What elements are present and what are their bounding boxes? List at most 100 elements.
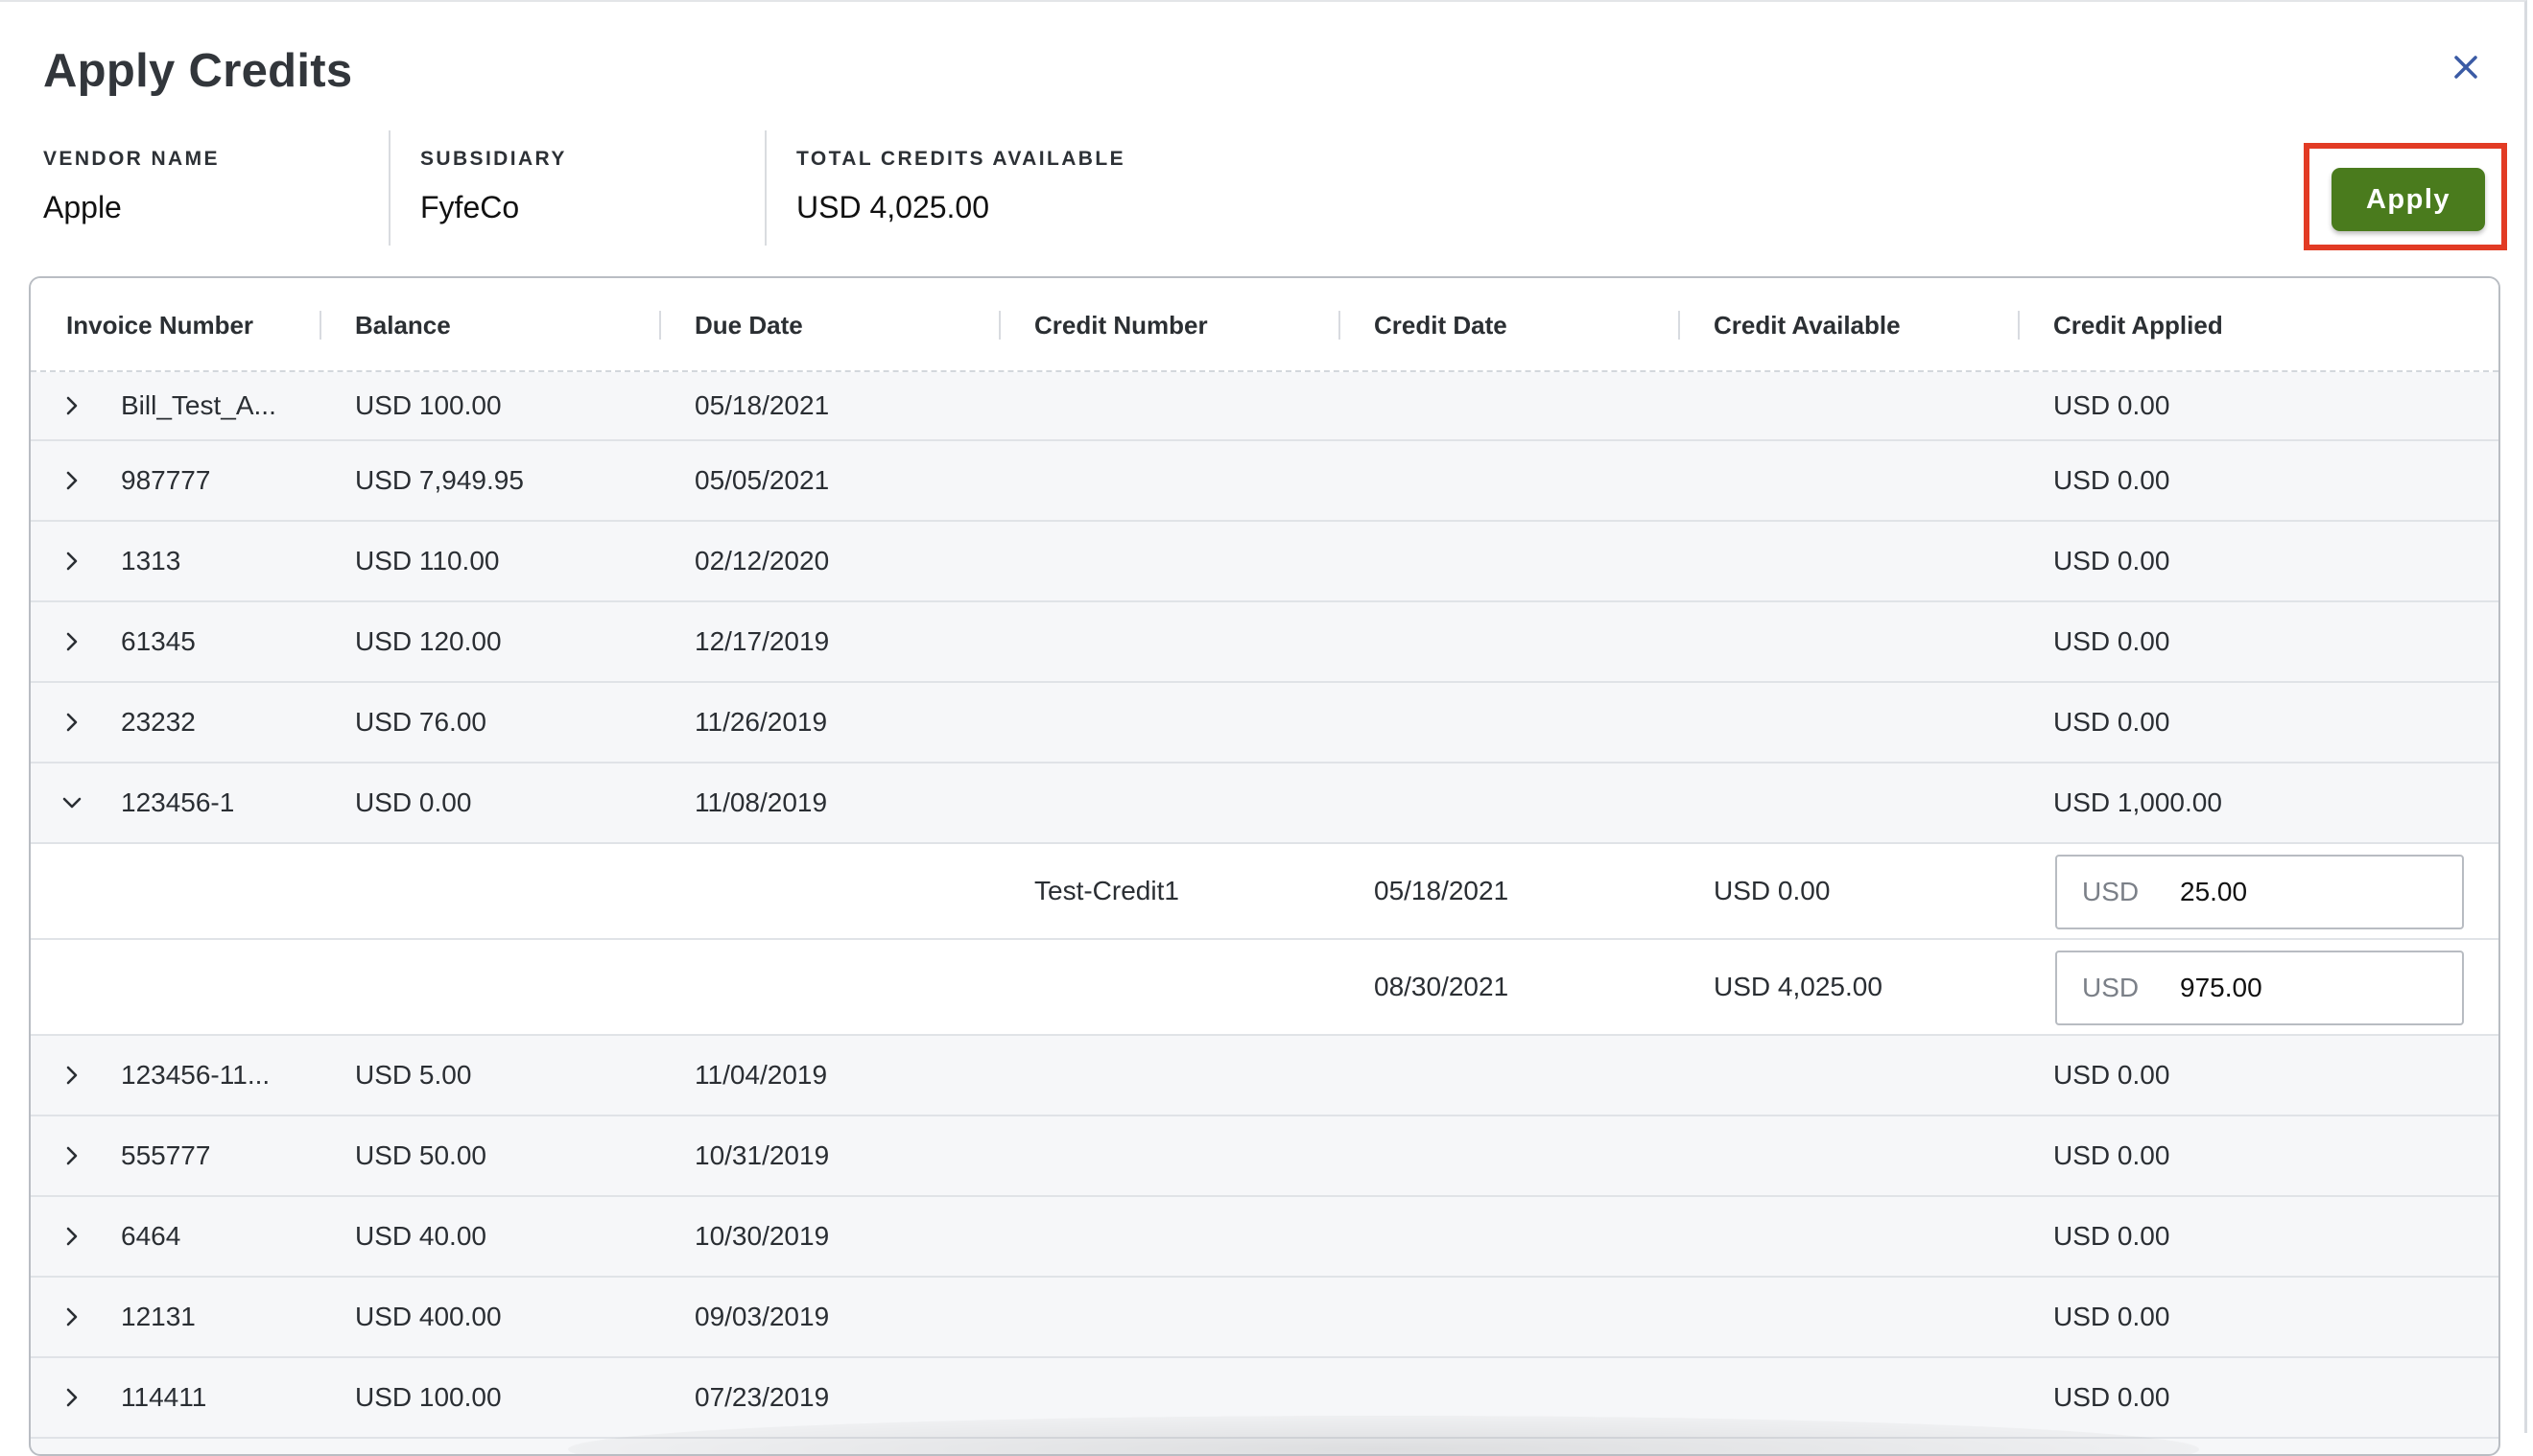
due-date-cell: 02/12/2020 — [695, 546, 830, 575]
vendor-name-label: VENDOR NAME — [43, 148, 220, 170]
chevron-right-icon — [66, 713, 78, 732]
balance-cell: USD 76.00 — [355, 707, 486, 737]
balance-cell: USD 40.00 — [355, 1221, 486, 1251]
chevron-right-icon — [66, 632, 78, 651]
expand-row-button[interactable] — [59, 710, 84, 735]
table-row-expanded[interactable]: 123456-1 USD 0.00 11/08/2019 USD 1,000.0… — [31, 763, 2498, 844]
column-divider — [999, 311, 1001, 340]
expand-row-button[interactable] — [59, 468, 84, 493]
credit-amount-field[interactable] — [2180, 964, 2449, 1012]
balance-cell: USD 5.00 — [355, 1060, 472, 1090]
invoice-number-cell: 23232 — [121, 707, 196, 737]
subsidiary-field: SUBSIDIARY FyfeCo — [389, 130, 763, 246]
column-divider — [1678, 311, 1680, 340]
due-date-cell: 05/05/2021 — [695, 465, 830, 495]
balance-cell: USD 120.00 — [355, 626, 502, 656]
expand-row-button[interactable] — [59, 1063, 84, 1088]
credit-line-row: Test-Credit1 05/18/2021 USD 0.00 USD — [31, 844, 2498, 940]
credit-amount-input[interactable]: USD — [2055, 855, 2464, 929]
due-date-cell: 10/30/2019 — [695, 1221, 830, 1251]
due-date-cell: 11/04/2019 — [695, 1060, 828, 1090]
close-icon — [2454, 56, 2477, 79]
total-credits-field: TOTAL CREDITS AVAILABLE USD 4,025.00 — [765, 130, 1340, 246]
due-date-cell: 12/17/2019 — [695, 626, 830, 656]
chevron-down-icon — [62, 797, 82, 809]
total-credits-value: USD 4,025.00 — [796, 190, 990, 224]
expand-row-button[interactable] — [59, 1385, 84, 1410]
invoice-number-cell: 12131 — [121, 1302, 196, 1331]
credit-amount-input[interactable]: USD — [2055, 951, 2464, 1025]
credit-date-cell: 05/18/2021 — [1374, 876, 1509, 905]
vendor-name-value: Apple — [43, 190, 122, 224]
invoice-number-cell: 114411 — [121, 1382, 207, 1412]
column-divider — [2018, 311, 2020, 340]
credit-applied-cell: USD 1,000.00 — [2053, 787, 2222, 817]
chevron-right-icon — [66, 1388, 78, 1407]
apply-credits-dialog: Apply Credits VENDOR NAME Apple SUBSIDIA… — [0, 0, 2527, 1456]
table-row[interactable]: 23232 USD 76.00 11/26/2019 USD 0.00 — [31, 683, 2498, 763]
vendor-name-field: VENDOR NAME Apple — [43, 130, 379, 246]
table-row[interactable]: 114411 USD 100.00 07/23/2019 USD 0.00 — [31, 1358, 2498, 1439]
due-date-cell: 05/18/2021 — [695, 390, 830, 420]
table-row[interactable]: Bill_Test_A... USD 100.00 05/18/2021 USD… — [31, 372, 2498, 441]
table-row[interactable]: 6464 USD 40.00 10/30/2019 USD 0.00 — [31, 1197, 2498, 1278]
subsidiary-label: SUBSIDIARY — [420, 148, 567, 170]
credit-number-cell: Test-Credit1 — [1034, 876, 1179, 905]
credits-table: Invoice Number Balance Due Date Credit N… — [29, 276, 2500, 1456]
apply-button[interactable]: Apply — [2332, 168, 2485, 231]
column-divider — [1338, 311, 1340, 340]
header-credit-available[interactable]: Credit Available — [1714, 311, 1901, 341]
table-header: Invoice Number Balance Due Date Credit N… — [31, 278, 2498, 372]
currency-prefix: USD — [2082, 877, 2140, 906]
invoice-number-cell: 1313 — [121, 546, 181, 575]
due-date-cell: 09/03/2019 — [695, 1302, 830, 1331]
header-due-date[interactable]: Due Date — [695, 311, 803, 341]
credit-applied-cell: USD 0.00 — [2053, 1140, 2170, 1170]
table-row[interactable]: 61345 USD 120.00 12/17/2019 USD 0.00 — [31, 602, 2498, 683]
invoice-number-cell: 123456-1 — [121, 787, 235, 817]
credit-amount-field[interactable] — [2180, 868, 2449, 916]
expand-row-button[interactable] — [59, 1143, 84, 1168]
expand-row-button[interactable] — [59, 1224, 84, 1249]
credit-applied-cell: USD 0.00 — [2053, 1302, 2170, 1331]
credit-available-cell: USD 0.00 — [1714, 876, 1831, 905]
invoice-number-cell: 555777 — [121, 1140, 211, 1170]
table-row[interactable]: 12131 USD 400.00 09/03/2019 USD 0.00 — [31, 1278, 2498, 1358]
table-row[interactable]: 123456-11... USD 5.00 11/04/2019 USD 0.0… — [31, 1036, 2498, 1116]
header-credit-applied[interactable]: Credit Applied — [2053, 311, 2223, 341]
total-credits-label: TOTAL CREDITS AVAILABLE — [796, 148, 1125, 170]
credit-applied-cell: USD 0.00 — [2053, 390, 2170, 420]
credit-applied-cell: USD 0.00 — [2053, 1060, 2170, 1090]
invoice-number-cell: 123456-11... — [121, 1060, 271, 1090]
invoice-number-cell: 61345 — [121, 626, 196, 656]
due-date-cell: 11/08/2019 — [695, 787, 828, 817]
credit-applied-cell: USD 0.00 — [2053, 546, 2170, 575]
due-date-cell: 10/31/2019 — [695, 1140, 830, 1170]
header-credit-number[interactable]: Credit Number — [1034, 311, 1208, 341]
chevron-right-icon — [66, 1227, 78, 1246]
header-credit-date[interactable]: Credit Date — [1374, 311, 1507, 341]
credit-applied-cell: USD 0.00 — [2053, 465, 2170, 495]
expand-row-button[interactable] — [59, 629, 84, 654]
table-row[interactable]: 555777 USD 50.00 10/31/2019 USD 0.00 — [31, 1116, 2498, 1197]
column-divider — [659, 311, 661, 340]
chevron-right-icon — [66, 1307, 78, 1327]
chevron-right-icon — [66, 1066, 78, 1085]
credit-applied-cell: USD 0.00 — [2053, 1382, 2170, 1412]
collapse-row-button[interactable] — [59, 790, 84, 815]
invoice-number-cell: 987777 — [121, 465, 211, 495]
chevron-right-icon — [66, 396, 78, 415]
chevron-right-icon — [66, 471, 78, 490]
table-row[interactable]: 1313 USD 110.00 02/12/2020 USD 0.00 — [31, 522, 2498, 602]
expand-row-button[interactable] — [59, 1304, 84, 1329]
invoice-number-cell: 6464 — [121, 1221, 181, 1251]
expand-row-button[interactable] — [59, 549, 84, 574]
header-invoice-number[interactable]: Invoice Number — [66, 311, 253, 341]
balance-cell: USD 400.00 — [355, 1302, 502, 1331]
header-balance[interactable]: Balance — [355, 311, 451, 341]
close-button[interactable] — [2445, 46, 2487, 88]
credit-line-row: 08/30/2021 USD 4,025.00 USD — [31, 940, 2498, 1036]
table-row[interactable]: 987777 USD 7,949.95 05/05/2021 USD 0.00 — [31, 441, 2498, 522]
expand-row-button[interactable] — [59, 393, 84, 418]
balance-cell: USD 100.00 — [355, 390, 502, 420]
